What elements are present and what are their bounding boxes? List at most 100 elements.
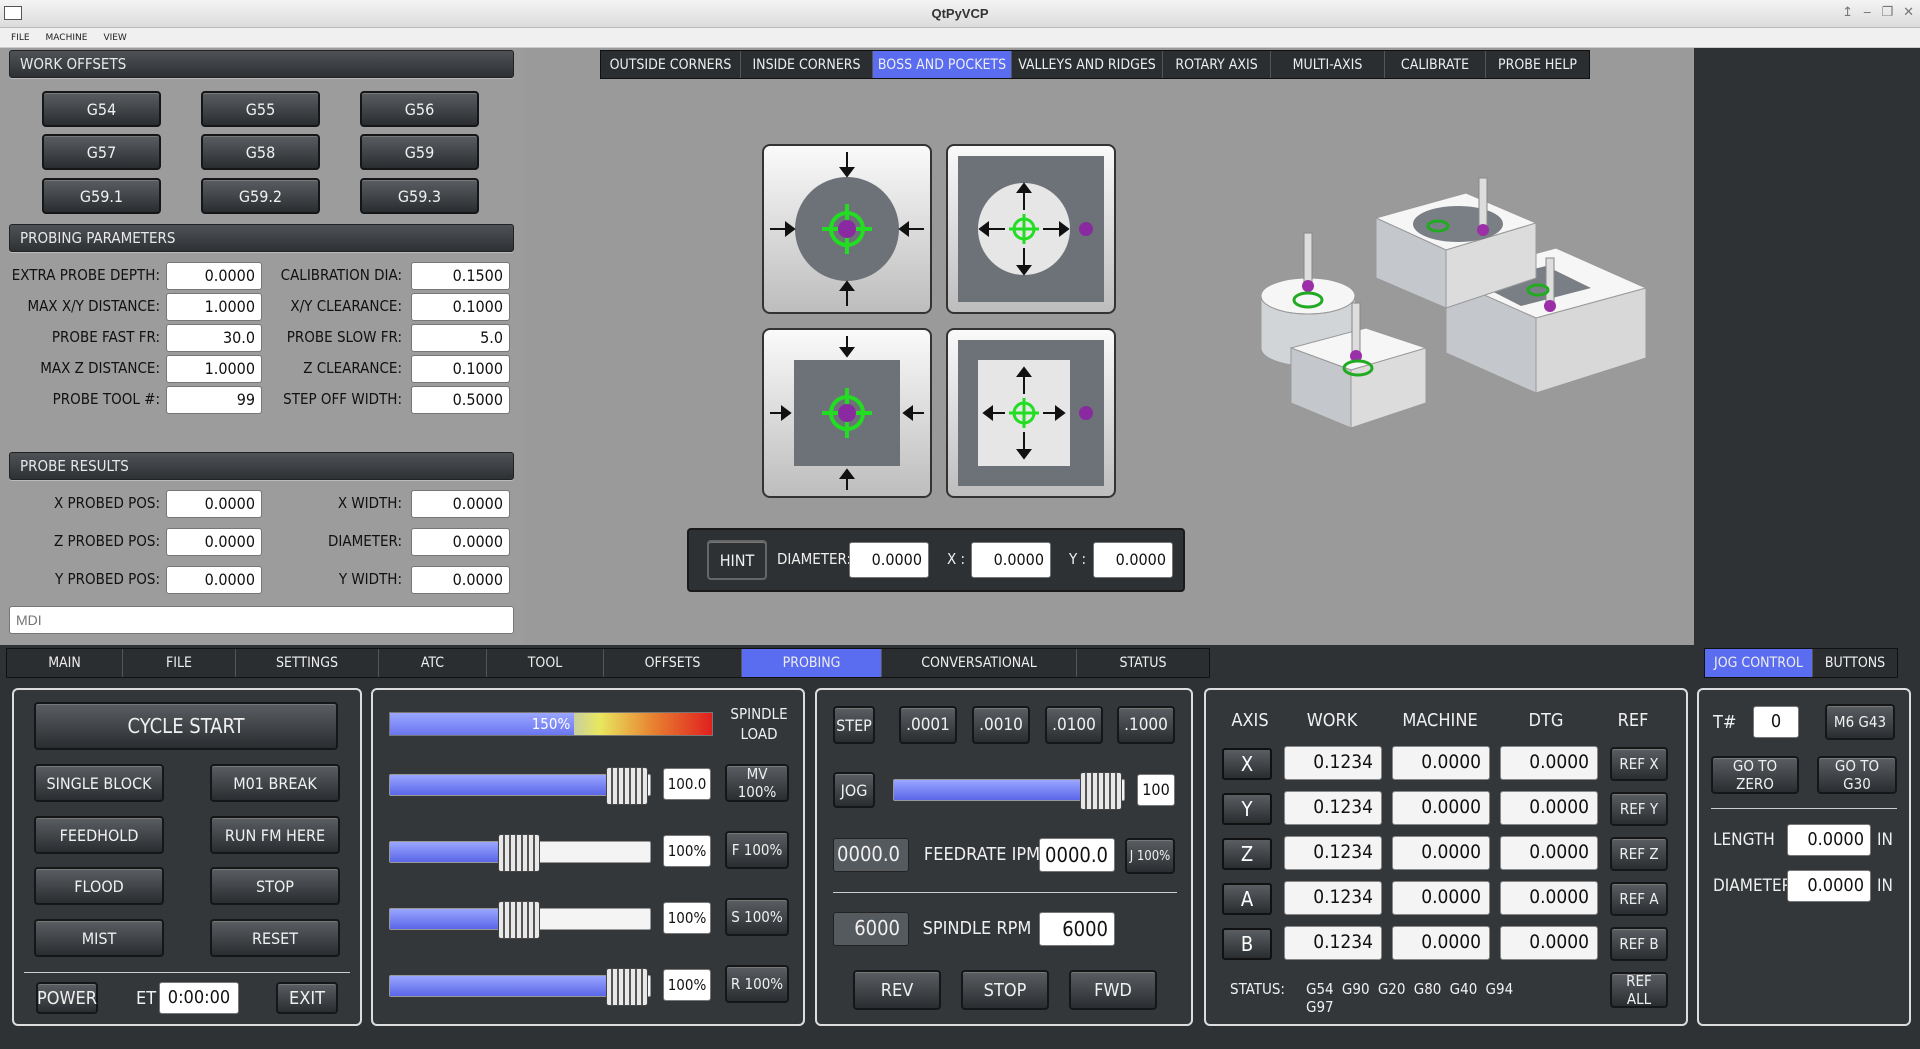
ref-b-button[interactable]: REF B: [1610, 927, 1668, 961]
jog-speed-slider[interactable]: [893, 772, 1125, 810]
mist-button[interactable]: MIST: [34, 919, 164, 957]
override-reset-button[interactable]: S 100%: [725, 898, 789, 936]
tab-buttons[interactable]: BUTTONS: [1813, 649, 1897, 677]
mdi-input[interactable]: [9, 606, 514, 634]
ref-x-button[interactable]: REF X: [1610, 747, 1668, 781]
jog-speed-handle[interactable]: [1080, 772, 1122, 810]
override-handle[interactable]: [498, 834, 540, 872]
tab-offsets[interactable]: OFFSETS: [604, 649, 742, 677]
override-reset-button[interactable]: R 100%: [725, 965, 789, 1003]
ref-y-button[interactable]: REF Y: [1610, 792, 1668, 826]
ref-all-button[interactable]: REF ALL: [1610, 972, 1668, 1008]
jog-100-button[interactable]: J 100%: [1125, 838, 1175, 874]
g58-button[interactable]: G58: [201, 134, 320, 170]
axis-a-button[interactable]: A: [1222, 883, 1272, 915]
param-field[interactable]: 0.1000: [411, 293, 510, 321]
override-handle[interactable]: [498, 901, 540, 939]
jog-button[interactable]: JOG: [833, 772, 875, 808]
param-field[interactable]: 5.0: [411, 324, 510, 352]
param-field[interactable]: 0.0000: [166, 262, 262, 290]
tab-calibrate[interactable]: CALIBRATE: [1385, 51, 1486, 78]
close-icon[interactable]: ✕: [1903, 5, 1914, 20]
param-field[interactable]: 0.5000: [411, 386, 510, 414]
tab-valleys-and-ridges[interactable]: VALLEYS AND RIDGES: [1012, 51, 1163, 78]
override-handle[interactable]: [606, 767, 648, 805]
g59-button[interactable]: G59: [360, 134, 479, 170]
tab-rotary-axis[interactable]: ROTARY AXIS: [1163, 51, 1271, 78]
param-field[interactable]: 1.0000: [166, 355, 262, 383]
override-reset-button[interactable]: F 100%: [725, 831, 789, 869]
axis-y-button[interactable]: Y: [1222, 793, 1272, 825]
tab-jog-control[interactable]: JOG CONTROL: [1705, 649, 1813, 677]
power-button[interactable]: POWER: [36, 982, 98, 1014]
maximize-icon[interactable]: ❐: [1881, 5, 1893, 20]
go-to-g30-button[interactable]: GO TO G30: [1817, 756, 1897, 794]
hint-button[interactable]: HINT: [707, 540, 767, 580]
pin-icon[interactable]: ↥: [1842, 5, 1853, 20]
minimize-icon[interactable]: ‒: [1863, 5, 1871, 20]
param-field[interactable]: 1.0000: [166, 293, 262, 321]
tab-boss-and-pockets[interactable]: BOSS AND POCKETS: [873, 51, 1012, 78]
tool-number-field[interactable]: 0: [1753, 706, 1799, 738]
override-reset-button[interactable]: MV 100%: [725, 764, 789, 802]
increment-0100-button[interactable]: .0100: [1045, 706, 1103, 744]
increment-1000-button[interactable]: .1000: [1117, 706, 1175, 744]
override-slider[interactable]: [389, 968, 651, 1006]
axis-z-button[interactable]: Z: [1222, 838, 1272, 870]
tab-probing[interactable]: PROBING: [742, 649, 882, 677]
g59-2-button[interactable]: G59.2: [201, 178, 320, 214]
boss-rect-probe-button[interactable]: [762, 328, 932, 498]
ref-a-button[interactable]: REF A: [1610, 882, 1668, 916]
g59-3-button[interactable]: G59.3: [360, 178, 479, 214]
ref-z-button[interactable]: REF Z: [1610, 837, 1668, 871]
boss-round-probe-button[interactable]: [762, 144, 932, 314]
m6-g43-button[interactable]: M6 G43: [1825, 704, 1895, 740]
override-slider[interactable]: [389, 834, 651, 872]
menu-file[interactable]: FILE: [11, 33, 30, 43]
param-field[interactable]: 30.0: [166, 324, 262, 352]
x-field[interactable]: 0.0000: [971, 542, 1051, 578]
tab-main[interactable]: MAIN: [7, 649, 123, 677]
spindle-stop-button[interactable]: STOP: [961, 970, 1049, 1010]
diameter-field[interactable]: 0.0000: [849, 542, 929, 578]
g59-1-button[interactable]: G59.1: [42, 178, 161, 214]
tab-status[interactable]: STATUS: [1077, 649, 1209, 677]
exit-button[interactable]: EXIT: [276, 982, 338, 1014]
param-field[interactable]: 0.1000: [411, 355, 510, 383]
reset-button[interactable]: RESET: [210, 919, 340, 957]
run-from-here-button[interactable]: RUN FM HERE: [210, 816, 340, 854]
menu-view[interactable]: VIEW: [103, 33, 126, 43]
tab-inside-corners[interactable]: INSIDE CORNERS: [741, 51, 873, 78]
tab-outside-corners[interactable]: OUTSIDE CORNERS: [601, 51, 741, 78]
stop-button[interactable]: STOP: [210, 867, 340, 905]
pocket-rect-probe-button[interactable]: [946, 328, 1116, 498]
g56-button[interactable]: G56: [360, 91, 479, 127]
tab-settings[interactable]: SETTINGS: [236, 649, 379, 677]
spindle-fwd-button[interactable]: FWD: [1069, 970, 1157, 1010]
step-button[interactable]: STEP: [833, 706, 875, 744]
g54-button[interactable]: G54: [42, 91, 161, 127]
increment-0001-button[interactable]: .0001: [899, 706, 957, 744]
m01-break-button[interactable]: M01 BREAK: [210, 764, 340, 802]
tab-atc[interactable]: ATC: [379, 649, 487, 677]
go-to-zero-button[interactable]: GO TO ZERO: [1711, 756, 1799, 794]
axis-b-button[interactable]: B: [1222, 928, 1272, 960]
cycle-start-button[interactable]: CYCLE START: [34, 702, 338, 750]
tab-probe-help[interactable]: PROBE HELP: [1486, 51, 1589, 78]
feedhold-button[interactable]: FEEDHOLD: [34, 816, 164, 854]
override-slider[interactable]: [389, 767, 651, 805]
tab-tool[interactable]: TOOL: [487, 649, 604, 677]
override-handle[interactable]: [606, 968, 648, 1006]
rpm-set[interactable]: 6000: [1039, 912, 1115, 946]
spindle-rev-button[interactable]: REV: [853, 970, 941, 1010]
g57-button[interactable]: G57: [42, 134, 161, 170]
g55-button[interactable]: G55: [201, 91, 320, 127]
flood-button[interactable]: FLOOD: [34, 867, 164, 905]
param-field[interactable]: 0.1500: [411, 262, 510, 290]
tab-conversational[interactable]: CONVERSATIONAL: [882, 649, 1077, 677]
override-slider[interactable]: [389, 901, 651, 939]
y-field[interactable]: 0.0000: [1093, 542, 1173, 578]
param-field[interactable]: 99: [166, 386, 262, 414]
tab-file[interactable]: FILE: [123, 649, 236, 677]
single-block-button[interactable]: SINGLE BLOCK: [34, 764, 164, 802]
